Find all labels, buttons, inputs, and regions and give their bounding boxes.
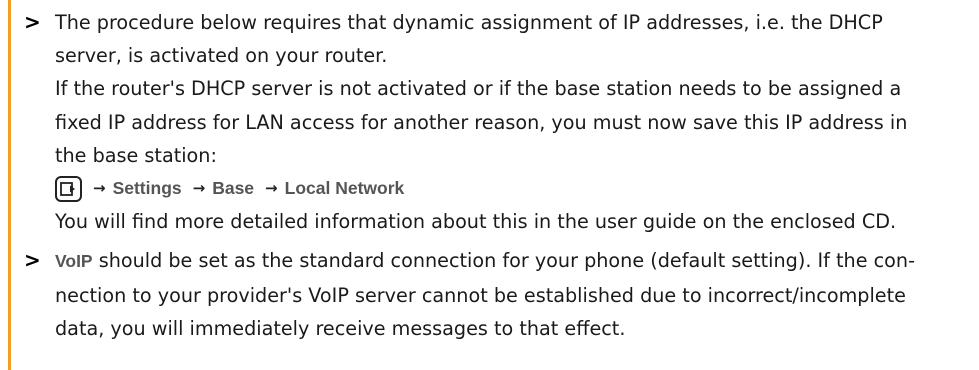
- text-line: If the router's DHCP server is not activ…: [55, 77, 902, 101]
- menu-path-base: Base: [212, 178, 255, 199]
- accent-bar: [8, 0, 11, 370]
- arrow-right-icon: →: [93, 179, 106, 198]
- text-fragment: should be set as the standard connection…: [92, 249, 915, 273]
- text-line: data, you will immediately receive messa…: [55, 316, 626, 340]
- menu-key-icon: [55, 175, 82, 202]
- list-item-dhcp: > The procedure below requires that dyna…: [24, 6, 974, 238]
- text-line: server, is activated on your router.: [55, 44, 388, 68]
- document-body: > The procedure below requires that dyna…: [24, 6, 974, 345]
- text-line: VoIP should be set as the standard conne…: [55, 244, 974, 278]
- list-item-voip: > VoIP should be set as the standard con…: [24, 244, 974, 345]
- bullet-marker: >: [24, 248, 41, 273]
- menu-path: → Settings → Base → Local Network: [55, 172, 974, 205]
- text-line: You will find more detailed information …: [55, 210, 897, 234]
- arrow-right-icon: →: [265, 179, 278, 198]
- text-line: fixed IP address for LAN access for anot…: [55, 110, 908, 134]
- menu-path-local-network: Local Network: [284, 178, 405, 199]
- voip-term: VoIP: [55, 251, 93, 272]
- text-line: the base station:: [55, 143, 217, 167]
- bullet-marker: >: [24, 10, 41, 34]
- text-line: The procedure below requires that dynami…: [55, 11, 883, 34]
- menu-path-settings: Settings: [112, 178, 182, 199]
- arrow-right-icon: →: [192, 179, 206, 198]
- text-line: nection to your provider's VoIP server c…: [55, 283, 906, 307]
